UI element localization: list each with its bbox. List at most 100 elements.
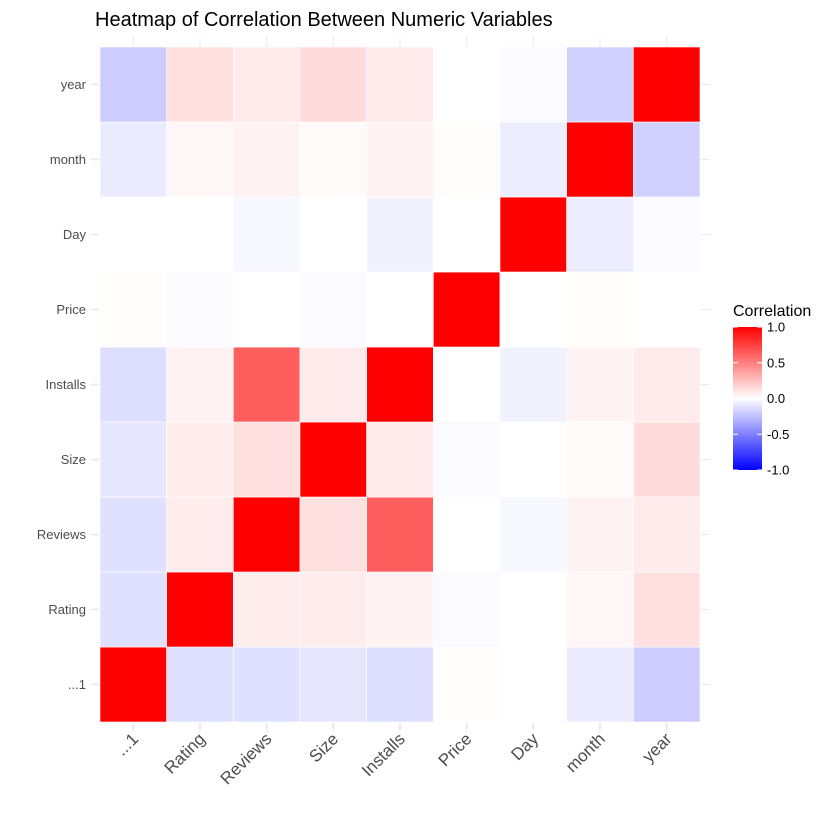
heatmap-cell: year × Day: -0.02 xyxy=(499,46,567,123)
heatmap-cell: year × Installs: 0.08 xyxy=(366,46,434,123)
y-tick-label: ...1 xyxy=(68,677,86,692)
heatmap-cell: Rating × Reviews: 0.07 xyxy=(233,571,301,648)
heatmap-cell: ...1 × Price: 0.01 xyxy=(433,646,501,723)
heatmap-cell: Size × Reviews: 0.12 xyxy=(233,421,301,498)
heatmap-cell: ...1 × Rating: -0.12 xyxy=(166,646,234,723)
heatmap-cell: Rating × Size: 0.07 xyxy=(299,571,367,648)
heatmap-cell: Reviews × month: 0.05 xyxy=(566,496,634,573)
heatmap-cell: Rating × Day: 0 xyxy=(499,571,567,648)
heatmap-cell: ...1 × Reviews: -0.12 xyxy=(233,646,301,723)
y-tick-label: month xyxy=(50,152,86,167)
x-tick-label: month xyxy=(562,729,609,776)
x-tick-label: year xyxy=(639,729,676,766)
x-tick-label: Price xyxy=(435,729,476,770)
heatmap-cell: month × Price: 0.01 xyxy=(433,121,501,198)
heatmap-cell: month × Size: 0.02 xyxy=(299,121,367,198)
heatmap-cells: ...1 × ...1: 1...1 × Rating: -0.12...1 ×… xyxy=(99,46,701,723)
x-tick-label: Day xyxy=(507,729,542,764)
y-tick-label: year xyxy=(61,77,87,92)
heatmap-cell: ...1 × year: -0.2 xyxy=(633,646,701,723)
legend-label: 0.0 xyxy=(767,391,785,406)
heatmap-cell: Installs × Price: 0 xyxy=(433,346,501,423)
y-tick-label: Rating xyxy=(48,602,86,617)
heatmap-cell: Day × year: -0.02 xyxy=(633,196,701,273)
heatmap-cell: Rating × month: 0.03 xyxy=(566,571,634,648)
legend-label: 0.5 xyxy=(767,355,785,370)
heatmap-cell: Reviews × Size: 0.12 xyxy=(299,496,367,573)
y-axis: ...1 Rating Reviews Size Installs Price Day mon… xyxy=(37,77,98,692)
heatmap-cell: Reviews × Rating: 0.07 xyxy=(166,496,234,573)
heatmap-chart: Heatmap of Correlation Between Numeric V… xyxy=(37,9,811,788)
heatmap-cell: Installs × Rating: 0.05 xyxy=(166,346,234,423)
y-tick-label: Day xyxy=(63,227,87,242)
heatmap-cell: Size × month: 0.02 xyxy=(566,421,634,498)
heatmap-cell: Price × year: 0 xyxy=(633,271,701,348)
heatmap-cell: Day × Day: 1 xyxy=(499,196,567,273)
legend-title: Correlation xyxy=(733,303,811,320)
heatmap-cell: Price × Reviews: 0 xyxy=(233,271,301,348)
heatmap-cell: year × ...1: -0.2 xyxy=(99,46,167,123)
heatmap-cell: ...1 × Day: 0 xyxy=(499,646,567,723)
x-tick-label: Size xyxy=(305,729,342,766)
chart-title: Heatmap of Correlation Between Numeric V… xyxy=(95,9,553,31)
heatmap-cell: month × year: -0.18 xyxy=(633,121,701,198)
heatmap-cell: Size × Size: 1 xyxy=(299,421,367,498)
heatmap-cell: month × Reviews: 0.05 xyxy=(233,121,301,198)
heatmap-cell: year × Rating: 0.12 xyxy=(166,46,234,123)
heatmap-cell: Size × year: 0.14 xyxy=(633,421,701,498)
heatmap-cell: Installs × Reviews: 0.63 xyxy=(233,346,301,423)
heatmap-cell: Reviews × Price: 0 xyxy=(433,496,501,573)
heatmap-cell: Size × Rating: 0.07 xyxy=(166,421,234,498)
heatmap-cell: Reviews × ...1: -0.12 xyxy=(99,496,167,573)
heatmap-cell: Installs × Day: -0.05 xyxy=(499,346,567,423)
y-tick-label: Installs xyxy=(46,377,87,392)
heatmap-cell: Installs × month: 0.05 xyxy=(566,346,634,423)
x-tick-label: Reviews xyxy=(217,729,276,788)
legend-label: -1.0 xyxy=(767,463,789,478)
heatmap-cell: year × Reviews: 0.08 xyxy=(233,46,301,123)
heatmap-cell: ...1 × month: -0.08 xyxy=(566,646,634,723)
heatmap-cell: Price × month: 0.01 xyxy=(566,271,634,348)
heatmap-cell: ...1 × Size: -0.1 xyxy=(299,646,367,723)
heatmap-cell: year × year: 1 xyxy=(633,46,701,123)
heatmap-cell: year × month: -0.18 xyxy=(566,46,634,123)
heatmap-cell: Price × Day: 0 xyxy=(499,271,567,348)
heatmap-cell: Rating × Rating: 1 xyxy=(166,571,234,648)
heatmap-cell: Price × Installs: 0 xyxy=(366,271,434,348)
heatmap-cell: Installs × year: 0.08 xyxy=(633,346,701,423)
y-tick-label: Price xyxy=(56,302,86,317)
y-tick-label: Reviews xyxy=(37,527,87,542)
heatmap-cell: Size × Price: -0.02 xyxy=(433,421,501,498)
heatmap-cell: Reviews × Day: -0.03 xyxy=(499,496,567,573)
heatmap-cell: Rating × ...1: -0.12 xyxy=(99,571,167,648)
heatmap-cell: Reviews × Reviews: 1 xyxy=(233,496,301,573)
legend-label: 1.0 xyxy=(767,320,785,335)
y-tick-label: Size xyxy=(61,452,86,467)
heatmap-cell: year × Size: 0.14 xyxy=(299,46,367,123)
heatmap-cell: month × Rating: 0.03 xyxy=(166,121,234,198)
heatmap-cell: Price × Size: -0.02 xyxy=(299,271,367,348)
heatmap-cell: ...1 × Installs: -0.13 xyxy=(366,646,434,723)
heatmap-cell: Size × Day: 0 xyxy=(499,421,567,498)
heatmap-cell: Rating × Price: -0.02 xyxy=(433,571,501,648)
heatmap-cell: Reviews × Installs: 0.63 xyxy=(366,496,434,573)
x-tick-label: Rating xyxy=(161,729,209,777)
legend-label: -0.5 xyxy=(767,427,789,442)
heatmap-cell: year × Price: 0 xyxy=(433,46,501,123)
heatmap-cell: Day × Installs: -0.05 xyxy=(366,196,434,273)
heatmap-cell: Day × Reviews: -0.03 xyxy=(233,196,301,273)
heatmap-cell: Day × Size: 0 xyxy=(299,196,367,273)
heatmap-cell: Day × Price: 0 xyxy=(433,196,501,273)
x-tick-label: ...1 xyxy=(112,729,142,759)
heatmap-cell: month × Installs: 0.05 xyxy=(366,121,434,198)
heatmap-cell: month × month: 1 xyxy=(566,121,634,198)
heatmap-cell: month × Day: -0.07 xyxy=(499,121,567,198)
heatmap-cell: Size × ...1: -0.1 xyxy=(99,421,167,498)
heatmap-cell: Rating × year: 0.12 xyxy=(633,571,701,648)
heatmap-cell: Size × Installs: 0.08 xyxy=(366,421,434,498)
heatmap-cell: Installs × Size: 0.08 xyxy=(299,346,367,423)
heatmap-cell: Price × Price: 1 xyxy=(433,271,501,348)
heatmap-cell: Installs × Installs: 1 xyxy=(366,346,434,423)
heatmap-cell: Reviews × year: 0.08 xyxy=(633,496,701,573)
heatmap-cell: Day × month: -0.07 xyxy=(566,196,634,273)
